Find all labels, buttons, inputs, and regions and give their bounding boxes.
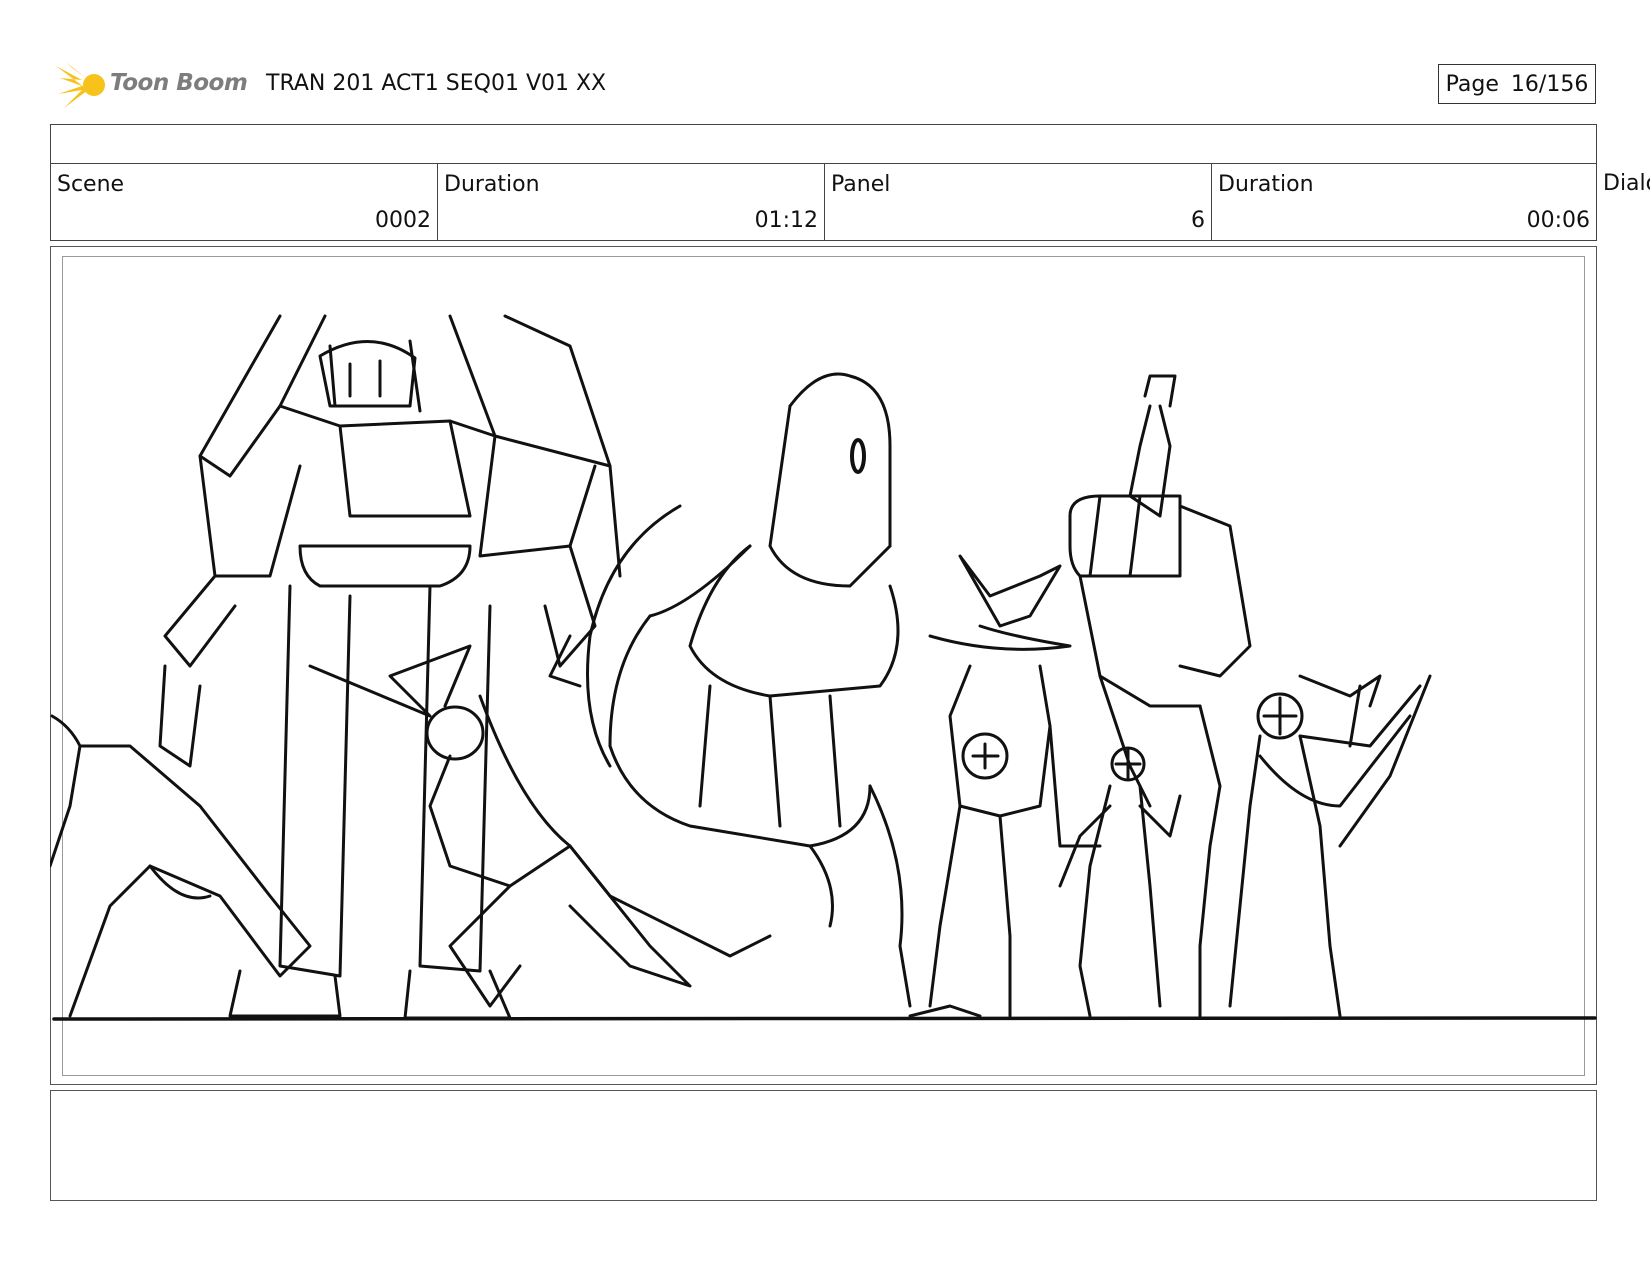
scene-value: 0002 — [375, 208, 431, 233]
storyboard-sketch — [50, 314, 1597, 1021]
logo-text: Toon Boom — [110, 70, 248, 96]
panel-duration-label: Duration — [1218, 172, 1314, 197]
panel-label: Panel — [831, 172, 891, 197]
scene-duration-label: Duration — [444, 172, 540, 197]
info-row: Scene 0002 Duration 01:12 Panel 6 Durati… — [50, 163, 1597, 241]
scene-cell: Scene 0002 — [51, 164, 438, 240]
dialog-label: Dialo — [1603, 171, 1650, 196]
toon-boom-logo-icon — [56, 62, 105, 108]
page-label: Page — [1445, 71, 1499, 97]
notes-box[interactable] — [50, 1090, 1597, 1201]
scene-duration-value: 01:12 — [754, 208, 818, 233]
panel-duration-cell: Duration 00:06 — [1212, 164, 1596, 240]
document-title: TRAN 201 ACT1 SEQ01 V01 XX — [266, 71, 607, 96]
scene-label: Scene — [57, 172, 125, 197]
sketch-lunging-figure — [308, 644, 772, 1008]
sketch-tall-robot — [1068, 374, 1252, 1018]
sketch-giant-robot — [158, 314, 622, 1020]
page-value: 16/156 — [1510, 71, 1589, 97]
page-indicator: Page 16/156 — [1438, 64, 1596, 104]
panel-duration-value: 00:06 — [1526, 208, 1590, 233]
sketch-cowboy-figure — [908, 554, 1102, 1018]
scene-duration-cell: Duration 01:12 — [438, 164, 825, 240]
sketch-small-figure — [1058, 746, 1182, 1018]
sketch-dinosaur-robot — [548, 372, 912, 1008]
sketch-ninja-figure — [1228, 674, 1432, 1018]
panel-cell: Panel 6 — [825, 164, 1212, 240]
panel-value: 6 — [1191, 208, 1205, 233]
top-strip — [50, 124, 1597, 164]
